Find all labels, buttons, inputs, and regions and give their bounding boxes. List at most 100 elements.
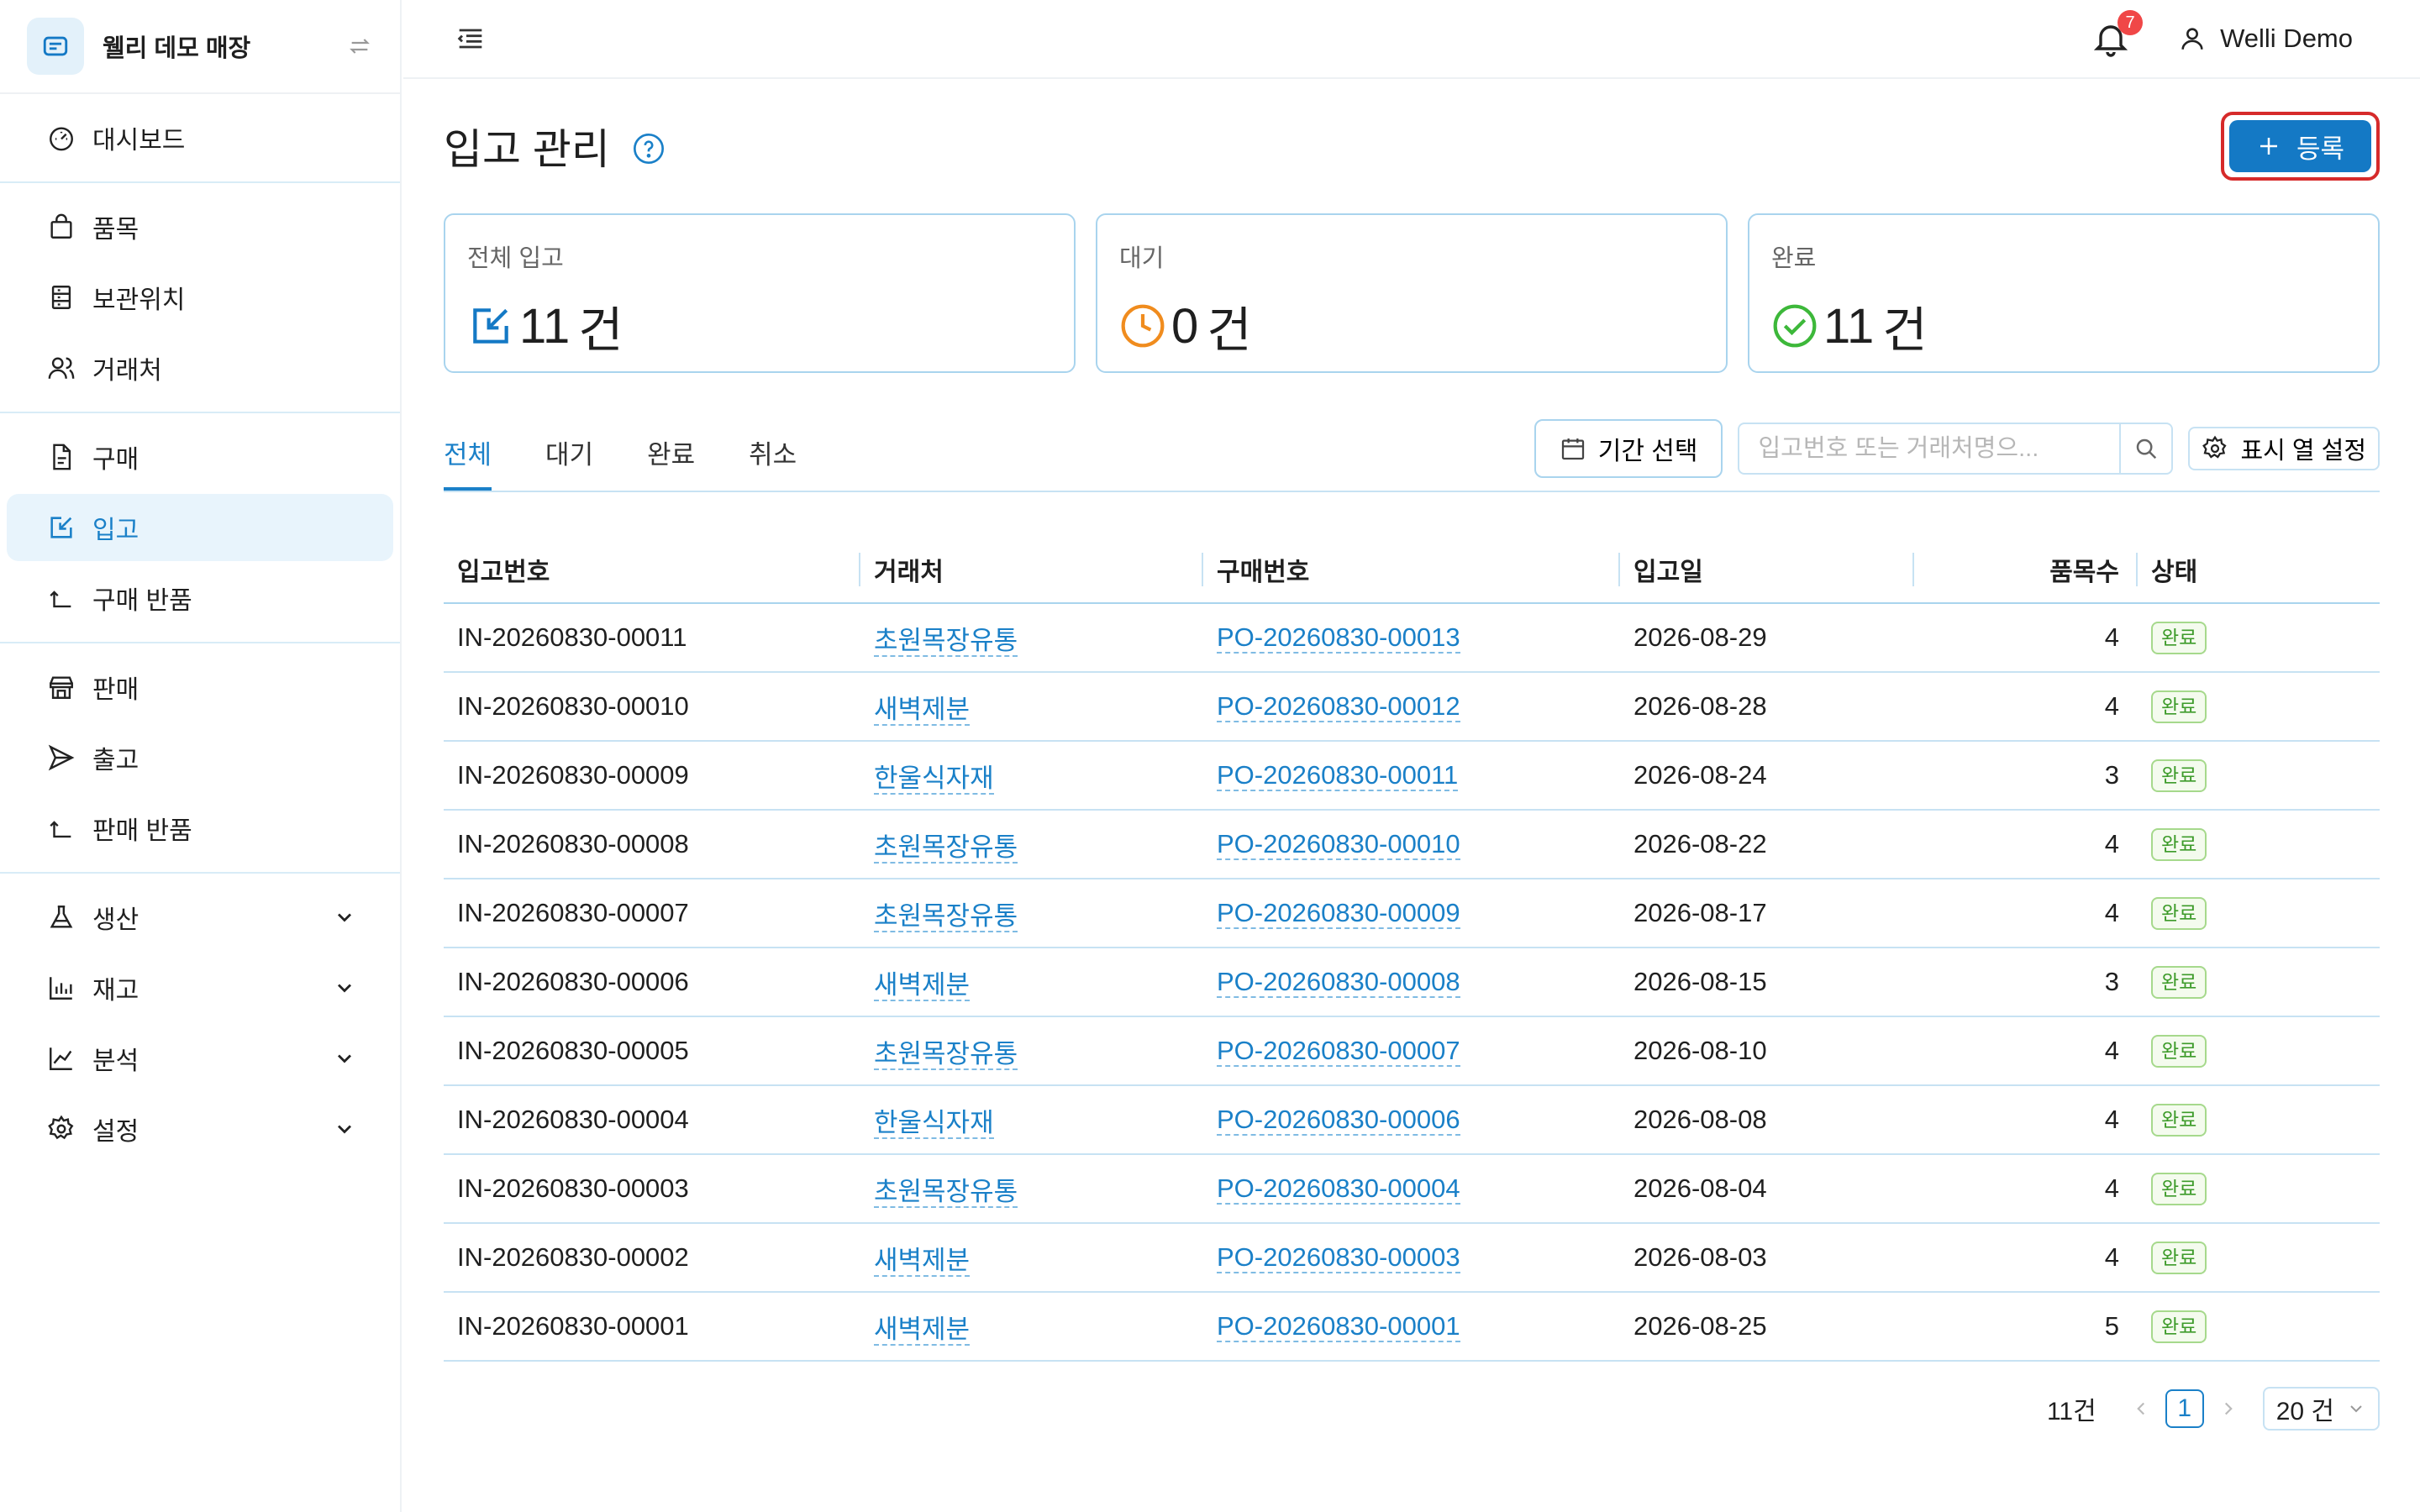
table-row[interactable]: IN-20260830-00011 초원목장유통 PO-20260830-00013…	[444, 603, 2380, 673]
cell-purchase-no-link[interactable]: PO-20260830-00009	[1217, 898, 1460, 929]
sidebar-item-purchase-return[interactable]: 구매 반품	[7, 564, 393, 632]
cell-purchase-no-link[interactable]: PO-20260830-00012	[1217, 691, 1460, 722]
sidebar-item-sales-return[interactable]: 판매 반품	[7, 795, 393, 862]
table-row[interactable]: IN-20260830-00008 초원목장유통 PO-20260830-00010…	[444, 810, 2380, 879]
table-cell: IN-20260830-00009	[444, 741, 860, 811]
page-size-select[interactable]: 20 건	[2262, 1387, 2380, 1431]
column-header-item-count[interactable]: 품목수	[1914, 536, 2138, 604]
sidebar-item-inbound[interactable]: 입고	[7, 494, 393, 561]
table-row[interactable]: IN-20260830-00001 새벽제분 PO-20260830-00001 20…	[444, 1292, 2380, 1362]
cell-purchase-no-link[interactable]: PO-20260830-00011	[1217, 760, 1459, 791]
next-page-icon[interactable]	[2217, 1398, 2239, 1420]
table-row[interactable]: IN-20260830-00002 새벽제분 PO-20260830-00003 20…	[444, 1223, 2380, 1293]
cell-partner-link[interactable]: 초원목장유통	[874, 625, 1018, 657]
cell-partner-link[interactable]: 초원목장유통	[874, 1038, 1018, 1070]
chevron-down-icon	[338, 1054, 351, 1063]
cell-partner-link[interactable]: 초원목장유통	[874, 1176, 1018, 1208]
sidebar-item-settings[interactable]: 설정	[7, 1095, 393, 1163]
partner-icon	[48, 357, 75, 379]
sidebar-item-dashboard[interactable]: 대시보드	[7, 104, 393, 171]
table-cell: PO-20260830-00003	[1203, 1223, 1620, 1293]
cell-partner-link[interactable]: 한울식자재	[874, 1107, 994, 1139]
status-badge: 완료	[2151, 759, 2207, 792]
search-input[interactable]	[1739, 424, 2120, 473]
total-count: 11건	[2046, 1398, 2096, 1425]
cell-inbound-date: 2026-08-22	[1634, 829, 1767, 858]
column-header-partner[interactable]: 거래처	[860, 536, 1203, 604]
table-cell: 2026-08-03	[1620, 1223, 1914, 1293]
table-row[interactable]: IN-20260830-00005 초원목장유통 PO-20260830-00007…	[444, 1016, 2380, 1086]
table-row[interactable]: IN-20260830-00004 한울식자재 PO-20260830-00006 2…	[444, 1085, 2380, 1155]
table-row[interactable]: IN-20260830-00007 초원목장유통 PO-20260830-00009…	[444, 879, 2380, 948]
switch-store-icon[interactable]	[346, 33, 373, 60]
cell-partner-link[interactable]: 새벽제분	[874, 969, 971, 1001]
tab-cancel[interactable]: 취소	[749, 417, 797, 491]
table-cell: PO-20260830-00011	[1203, 741, 1620, 811]
table-cell: IN-20260830-00005	[444, 1016, 860, 1086]
column-settings-button[interactable]: 표시 열 설정	[2188, 427, 2380, 470]
sidebar-item-label: 대시보드	[92, 127, 186, 155]
cell-partner-link[interactable]: 새벽제분	[874, 694, 971, 726]
notification-button[interactable]: 7	[2091, 10, 2144, 59]
cell-purchase-no-link[interactable]: PO-20260830-00003	[1217, 1242, 1460, 1273]
cell-purchase-no-link[interactable]: PO-20260830-00001	[1217, 1311, 1460, 1342]
cell-inbound-date: 2026-08-17	[1634, 898, 1767, 927]
period-select-button[interactable]: 기간 선택	[1534, 419, 1723, 478]
column-header-purchase-no[interactable]: 구매번호	[1203, 536, 1620, 604]
column-header-inbound-date[interactable]: 입고일	[1620, 536, 1914, 604]
tab-pending[interactable]: 대기	[545, 417, 593, 491]
table-cell: 완료	[2138, 1223, 2380, 1293]
sidebar-item-analytics[interactable]: 분석	[7, 1025, 393, 1092]
menu-toggle-icon[interactable]	[454, 22, 487, 55]
cell-partner-link[interactable]: 초원목장유통	[874, 832, 1018, 864]
cell-partner-link[interactable]: 새벽제분	[874, 1245, 971, 1277]
stat-unit: 건	[578, 303, 623, 358]
storage-icon	[51, 286, 71, 309]
cell-item-count: 4	[2104, 1242, 2119, 1272]
help-icon[interactable]	[632, 132, 666, 165]
bag-icon	[50, 213, 72, 239]
table-row[interactable]: IN-20260830-00009 한울식자재 PO-20260830-00011 2…	[444, 741, 2380, 811]
tab-done[interactable]: 완료	[647, 417, 695, 491]
sidebar-item-storage[interactable]: 보관위치	[7, 264, 393, 331]
nav-group-purchase: 구매 입고 구매 반품	[0, 413, 400, 643]
user-icon	[2181, 28, 2203, 50]
cell-inbound-no: IN-20260830-00006	[457, 967, 689, 996]
sidebar-item-production[interactable]: 생산	[7, 884, 393, 951]
prev-page-icon[interactable]	[2130, 1398, 2152, 1420]
brand: 웰리 데모 매장	[0, 0, 400, 94]
cell-inbound-no: IN-20260830-00008	[457, 829, 689, 858]
table-row[interactable]: IN-20260830-00003 초원목장유통 PO-20260830-00004…	[444, 1154, 2380, 1224]
tab-all[interactable]: 전체	[444, 417, 492, 491]
sidebar-item-inventory[interactable]: 재고	[7, 954, 393, 1021]
sidebar-item-purchase[interactable]: 구매	[7, 423, 393, 491]
cell-purchase-no-link[interactable]: PO-20260830-00004	[1217, 1173, 1460, 1205]
stat-unit: 건	[1207, 303, 1252, 358]
sidebar-item-partners[interactable]: 거래처	[7, 334, 393, 402]
cell-purchase-no-link[interactable]: PO-20260830-00006	[1217, 1105, 1460, 1136]
bar-chart-icon	[50, 977, 72, 1000]
page-number-current[interactable]: 1	[2165, 1389, 2204, 1428]
table-row[interactable]: IN-20260830-00010 새벽제분 PO-20260830-00012 20…	[444, 672, 2380, 742]
sidebar-item-items[interactable]: 품목	[7, 193, 393, 260]
cell-purchase-no-link[interactable]: PO-20260830-00010	[1217, 829, 1460, 860]
sidebar-item-sales[interactable]: 판매	[7, 654, 393, 721]
sidebar-item-outbound[interactable]: 출고	[7, 724, 393, 791]
table-row[interactable]: IN-20260830-00006 새벽제분 PO-20260830-00008 20…	[444, 948, 2380, 1017]
cell-item-count: 4	[2104, 1105, 2119, 1134]
register-button[interactable]: 등록	[2228, 120, 2371, 172]
cell-partner-link[interactable]: 한울식자재	[874, 763, 994, 795]
cell-purchase-no-link[interactable]: PO-20260830-00008	[1217, 967, 1460, 998]
cell-purchase-no-link[interactable]: PO-20260830-00007	[1217, 1036, 1460, 1067]
cell-purchase-no-link[interactable]: PO-20260830-00013	[1217, 622, 1460, 654]
table-cell: 2026-08-15	[1620, 948, 1914, 1017]
cell-partner-link[interactable]: 새벽제분	[874, 1314, 971, 1346]
cell-partner-link[interactable]: 초원목장유통	[874, 900, 1018, 932]
flask-icon	[50, 906, 73, 928]
inbound-icon	[50, 517, 72, 538]
user-menu[interactable]: Welli Demo	[2178, 24, 2353, 54]
cell-inbound-date: 2026-08-28	[1634, 691, 1767, 721]
column-header-inbound-no[interactable]: 입고번호	[444, 536, 860, 604]
search-button[interactable]	[2119, 424, 2171, 473]
column-header-status[interactable]: 상태	[2138, 536, 2380, 604]
